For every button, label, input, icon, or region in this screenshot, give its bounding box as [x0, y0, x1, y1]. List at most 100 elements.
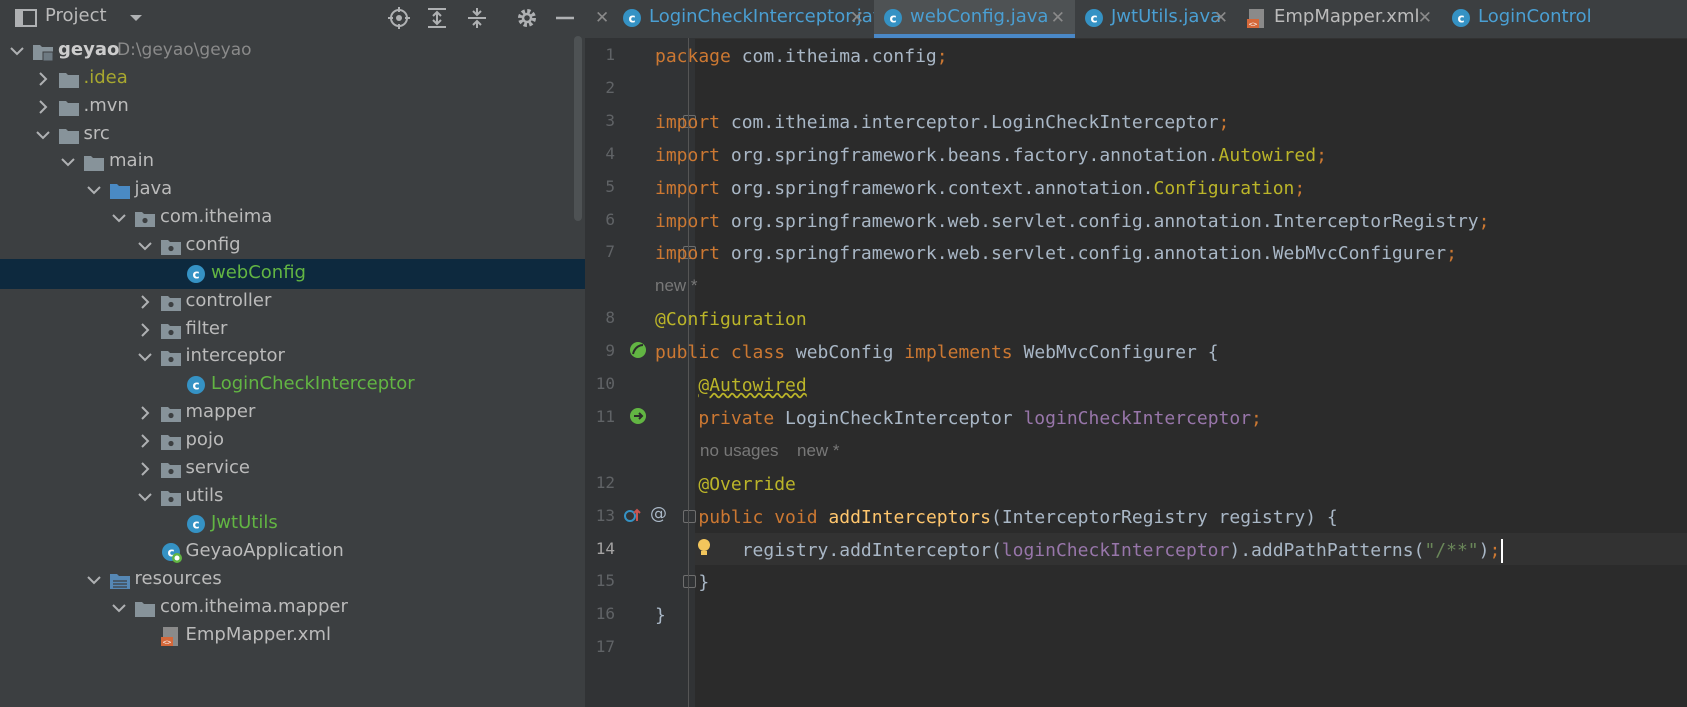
chevron-down-icon[interactable]: [136, 237, 154, 255]
chevron-right-icon[interactable]: [34, 98, 52, 116]
chevron-down-icon[interactable]: [136, 488, 154, 506]
code-line: @Autowired: [655, 370, 806, 402]
spring-bean-icon[interactable]: [628, 340, 648, 360]
tree-item-resources[interactable]: resources: [0, 565, 585, 595]
package-icon: [160, 351, 181, 367]
locate-icon[interactable]: [387, 6, 411, 30]
tree-item-label: controller: [185, 289, 272, 311]
tree-item-utils[interactable]: utils: [0, 482, 585, 512]
tree-item-service[interactable]: service: [0, 454, 585, 484]
lightbulb-icon[interactable]: [694, 537, 714, 559]
code-line: import com.itheima.interceptor.LoginChec…: [655, 107, 1229, 139]
close-icon[interactable]: ✕: [850, 8, 864, 28]
chevron-down-icon[interactable]: [110, 209, 128, 227]
tree-item-com-itheima[interactable]: com.itheima: [0, 203, 585, 233]
tree-item-logincheckinterceptor[interactable]: c LoginCheckInterceptor: [0, 370, 585, 400]
svg-text:<>: <>: [162, 638, 170, 646]
chevron-right-icon[interactable]: [136, 432, 154, 450]
implements-method-icon[interactable]: [623, 505, 643, 525]
tree-item-main[interactable]: main: [0, 147, 585, 177]
inlay-hint[interactable]: no usages: [700, 441, 778, 461]
close-icon[interactable]: ✕: [595, 8, 609, 28]
code-token: ;: [936, 46, 948, 67]
tree-item-filter[interactable]: filter: [0, 315, 585, 345]
tree-item-geyaoapplication[interactable]: c GeyaoApplication: [0, 537, 585, 567]
chevron-right-icon[interactable]: [34, 70, 52, 88]
tree-item-webconfig[interactable]: c webConfig: [0, 258, 585, 289]
code-token: addInterceptors: [828, 506, 991, 528]
tree-item-pojo[interactable]: pojo: [0, 426, 585, 456]
line-number: 16: [595, 604, 615, 624]
tree-item-jwtutils[interactable]: c JwtUtils: [0, 509, 585, 539]
tab-label: LoginControl: [1478, 6, 1592, 27]
tree-item-label: src: [83, 122, 110, 144]
tree-item--idea[interactable]: .idea: [0, 64, 585, 94]
tab-empmapper-xml[interactable]: <> EmpMapper.xml ✕: [1238, 0, 1442, 38]
autowired-bean-icon[interactable]: [628, 406, 648, 426]
close-icon[interactable]: ✕: [1214, 8, 1228, 28]
package-icon: [160, 295, 181, 311]
chevron-down-icon[interactable]: [8, 42, 26, 60]
chevron-down-icon[interactable]: [124, 6, 148, 30]
line-number: 4: [605, 143, 615, 163]
tree-item-label: service: [185, 456, 250, 478]
project-scrollbar[interactable]: [574, 36, 582, 221]
code-token: webConfig: [785, 342, 905, 364]
tree-item--mvn[interactable]: .mvn: [0, 92, 585, 122]
chevron-right-icon[interactable]: [136, 293, 154, 311]
code-line: }: [655, 567, 709, 599]
minimize-icon[interactable]: [553, 6, 577, 30]
chevron-down-icon[interactable]: [110, 599, 128, 617]
tree-item-interceptor[interactable]: interceptor: [0, 342, 585, 372]
chevron-right-icon[interactable]: [136, 321, 154, 339]
chevron-down-icon[interactable]: [59, 153, 77, 171]
tree-item-config[interactable]: config: [0, 231, 585, 261]
tab-logincontrol[interactable]: c LoginControl: [1442, 0, 1687, 38]
collapse-all-icon[interactable]: [465, 6, 489, 30]
chevron-down-icon[interactable]: [85, 571, 103, 589]
tree-item-controller[interactable]: controller: [0, 287, 585, 317]
xml-icon: <>: [1247, 9, 1264, 29]
line-number: 9: [605, 341, 615, 361]
inlay-hint[interactable]: new *: [655, 276, 698, 296]
tab-logincheckinterceptor-java[interactable]: c LoginCheckInterceptor.java ✕: [613, 0, 894, 38]
code-editor[interactable]: package com.itheima.config; import com.it…: [655, 38, 1687, 707]
chevron-down-icon[interactable]: [34, 126, 52, 144]
class-icon: c: [884, 9, 902, 27]
editor-tab-bar: ✕ c LoginCheckInterceptor.java ✕ c webConfig…: [585, 0, 1687, 39]
xml-icon: <>: [160, 626, 178, 646]
tab-jwtutils-java[interactable]: c JwtUtils.java ✕: [1075, 0, 1238, 38]
tree-item-com-itheima-mapper[interactable]: com.itheima.mapper: [0, 593, 585, 623]
code-token: @Configuration: [655, 309, 807, 331]
folder-icon: [135, 602, 155, 617]
code-token: package: [655, 46, 731, 67]
svg-text:<>: <>: [1249, 21, 1257, 29]
chevron-down-icon[interactable]: [136, 348, 154, 366]
tree-item-label: main: [109, 150, 154, 172]
close-icon[interactable]: ✕: [1051, 8, 1065, 28]
svg-text:c: c: [628, 12, 635, 26]
chevron-down-icon[interactable]: [85, 181, 103, 199]
line-number: 2: [605, 77, 615, 97]
chevron-right-icon[interactable]: [136, 404, 154, 422]
svg-text:c: c: [192, 518, 199, 532]
tab-webconfig-java[interactable]: c webConfig.java ✕: [874, 0, 1075, 38]
tree-item-empmapper-xml[interactable]: <> EmpMapper.xml: [0, 621, 585, 651]
line-number: 11: [595, 406, 615, 426]
gear-icon[interactable]: [515, 6, 539, 30]
text-caret: [1501, 538, 1504, 563]
svg-text:c: c: [889, 12, 896, 26]
project-title[interactable]: Project: [45, 5, 107, 26]
tree-item-src[interactable]: src: [0, 120, 585, 150]
tree-item-mapper[interactable]: mapper: [0, 398, 585, 428]
tree-item-java[interactable]: java: [0, 175, 585, 205]
tree-item-label: EmpMapper.xml: [185, 623, 331, 645]
svg-text:c: c: [192, 379, 199, 393]
tree-item-geyao[interactable]: geyao D:\geyao\geyao: [0, 36, 585, 66]
inlay-hint[interactable]: new *: [797, 441, 840, 461]
close-icon[interactable]: ✕: [1418, 8, 1432, 28]
chevron-right-icon[interactable]: [136, 460, 154, 478]
expand-all-icon[interactable]: [425, 6, 449, 30]
line-number: 17: [595, 637, 615, 657]
